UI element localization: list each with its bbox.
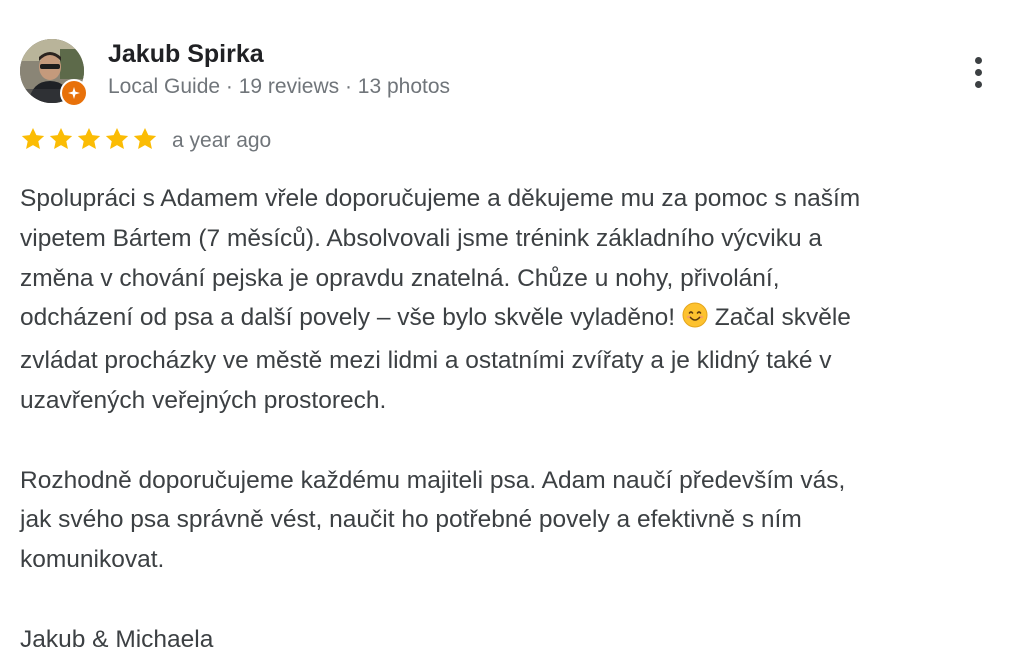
review-line: uzavřených veřejných prostorech. [20, 386, 387, 414]
star-icon [77, 127, 101, 149]
reviewer-meta[interactable]: Local Guide · 19 reviews · 13 photos [108, 75, 450, 99]
review-line: jak svého psa správně vést, naučit ho po… [20, 506, 802, 534]
review-line: zvládat procházky ve městě mezi lidmi a … [20, 347, 832, 375]
star-icon [133, 127, 157, 149]
review-line: komunikovat. [20, 546, 165, 574]
reviewer-avatar-container[interactable] [20, 39, 88, 107]
more-vert-icon [974, 56, 982, 64]
review-line-part: odcházení od psa a další povely – vše by… [20, 304, 682, 332]
review-text: Spolupráci s Adamem vřele doporučujeme a… [20, 179, 1020, 660]
reviewer-name[interactable]: Jakub Spirka [108, 40, 264, 69]
review-time: a year ago [172, 129, 272, 152]
review-line-part: Začal skvěle [707, 304, 851, 332]
review-line: Rozhodně doporučujeme každému majiteli p… [20, 466, 846, 494]
review-signature: Jakub & Michaela [20, 625, 214, 653]
review-line: Spolupráci s Adamem vřele doporučujeme a… [20, 185, 861, 212]
star-icon [49, 127, 73, 149]
smiling-face-emoji [682, 301, 708, 341]
more-options-button[interactable] [960, 50, 996, 94]
review-line: vipetem Bártem (7 měsíců). Absolvovali j… [20, 224, 823, 252]
star-rating [20, 126, 158, 152]
review-line: odcházení od psa a další povely – vše by… [20, 298, 1020, 341]
star-icon [105, 127, 129, 149]
local-guide-badge-icon [60, 79, 88, 107]
star-icon [21, 127, 45, 149]
review-card: Jakub Spirka Local Guide · 19 reviews · … [0, 0, 1032, 666]
review-line: změna v chování pejska je opravdu znatel… [20, 264, 780, 292]
